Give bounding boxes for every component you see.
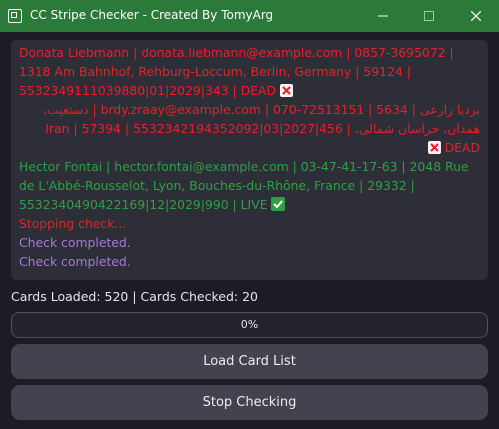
log-line: Check completed.: [19, 254, 131, 269]
close-icon: [471, 11, 481, 21]
progress-label: 0%: [240, 318, 259, 331]
log-line-text: Hector Fontai | hector.fontai@example.co…: [19, 159, 469, 212]
log-line: بردیا زارعی | brdy.zraay@example.com | 0…: [19, 100, 480, 157]
maximize-button[interactable]: [406, 0, 452, 32]
log-line: Check completed.: [19, 235, 131, 250]
stop-checking-button[interactable]: Stop Checking: [11, 385, 488, 420]
log-line-text: بردیا زارعی | brdy.zraay@example.com | 0…: [43, 102, 480, 155]
window-title: CC Stripe Checker - Created By TomyArg: [30, 8, 274, 22]
cards-stats: Cards Loaded: 520 | Cards Checked: 20: [11, 289, 258, 304]
progress-bar: 0%: [11, 312, 488, 338]
title-bar: CC Stripe Checker - Created By TomyArg: [0, 0, 499, 32]
cross-mark-icon: [280, 84, 293, 97]
cross-mark-icon: [427, 141, 441, 154]
log-line: Donata Liebmann | donata.liebmann@exampl…: [19, 43, 480, 100]
log-output[interactable]: Donata Liebmann | donata.liebmann@exampl…: [11, 40, 488, 280]
log-line-text: Donata Liebmann | donata.liebmann@exampl…: [19, 45, 454, 98]
close-button[interactable]: [453, 0, 499, 32]
maximize-icon: [424, 11, 434, 21]
app-icon: [8, 9, 22, 23]
minimize-icon: [378, 15, 388, 17]
minimize-button[interactable]: [360, 0, 406, 32]
log-line: Hector Fontai | hector.fontai@example.co…: [19, 157, 480, 214]
log-line: Stopping check...: [19, 216, 127, 231]
check-mark-icon: [271, 197, 286, 211]
load-card-list-button[interactable]: Load Card List: [11, 344, 488, 379]
